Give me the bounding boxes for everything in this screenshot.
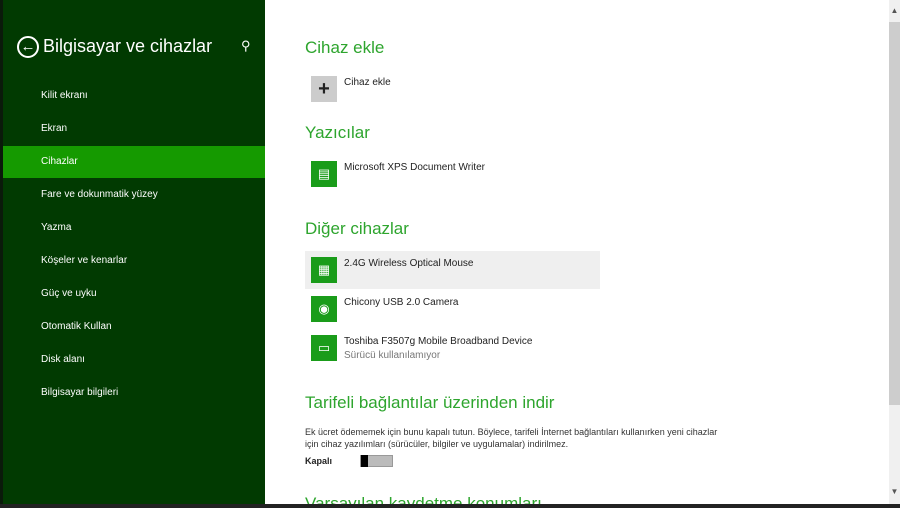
device-label: Toshiba F3507g Mobile Broadband Device <box>344 336 533 347</box>
list-item[interactable]: ▦ 2.4G Wireless Optical Mouse <box>305 251 600 289</box>
sidebar-item[interactable]: Otomatik Kullan <box>3 311 265 343</box>
back-arrow-icon[interactable]: ← <box>17 36 39 58</box>
add-device-button[interactable]: + Cihaz ekle <box>305 70 600 108</box>
list-item[interactable]: ▤ Microsoft XPS Document Writer <box>305 155 600 193</box>
heading-metered: Tarifeli bağlantılar üzerinden indir <box>305 393 555 412</box>
sidebar-item[interactable]: Cihazlar <box>3 146 265 178</box>
sidebar: ← Bilgisayar ve cihazlar ⚲ Kilit ekranı E… <box>0 0 265 508</box>
main-content: Cihaz ekle + Cihaz ekle Yazıcılar ▤ Micr… <box>265 0 889 504</box>
sidebar-item[interactable]: Kilit ekranı <box>3 80 265 112</box>
search-icon[interactable]: ⚲ <box>241 38 251 54</box>
heading-other-devices: Diğer cihazlar <box>305 219 409 238</box>
sidebar-item[interactable]: Güç ve uyku <box>3 278 265 310</box>
device-label: Microsoft XPS Document Writer <box>344 162 485 173</box>
toggle-label: Kapalı <box>305 456 333 466</box>
add-device-label: Cihaz ekle <box>344 77 391 88</box>
heading-add-device: Cihaz ekle <box>305 38 385 57</box>
list-item[interactable]: ◉ Chicony USB 2.0 Camera <box>305 290 600 328</box>
scroll-down-icon[interactable]: ▼ <box>889 487 900 496</box>
sidebar-item[interactable]: Yazma <box>3 212 265 244</box>
devices-icon: ▭ <box>311 335 337 361</box>
metered-description: Ek ücret ödememek için bunu kapalı tutun… <box>305 427 718 449</box>
webcam-icon: ◉ <box>311 296 337 322</box>
device-status: Sürücü kullanılamıyor <box>344 350 441 361</box>
sidebar-item[interactable]: Ekran <box>3 113 265 145</box>
sidebar-item[interactable]: Fare ve dokunmatik yüzey <box>3 179 265 211</box>
heading-default-save: Varsayılan kaydetme konumları <box>305 494 542 504</box>
printer-icon: ▤ <box>311 161 337 187</box>
page-title: Bilgisayar ve cihazlar <box>43 36 213 56</box>
metered-toggle[interactable] <box>360 455 393 467</box>
scrollbar-thumb[interactable] <box>889 22 900 405</box>
sidebar-item[interactable]: Bilgisayar bilgileri <box>3 377 265 409</box>
device-label: Chicony USB 2.0 Camera <box>344 297 459 308</box>
scroll-up-icon[interactable]: ▲ <box>889 6 900 15</box>
toggle-knob <box>361 455 368 467</box>
heading-printers: Yazıcılar <box>305 123 370 142</box>
list-item[interactable]: ▭ Toshiba F3507g Mobile Broadband Device… <box>305 329 600 367</box>
plus-icon: + <box>311 76 337 102</box>
sidebar-item[interactable]: Disk alanı <box>3 344 265 376</box>
keyboard-icon: ▦ <box>311 257 337 283</box>
scrollbar[interactable]: ▲ ▼ <box>889 0 900 504</box>
bottom-border <box>0 504 900 508</box>
device-label: 2.4G Wireless Optical Mouse <box>344 258 474 269</box>
sidebar-item[interactable]: Köşeler ve kenarlar <box>3 245 265 277</box>
